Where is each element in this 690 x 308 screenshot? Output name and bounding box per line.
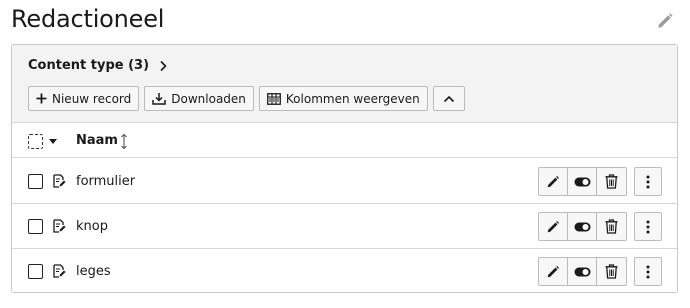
row-title[interactable]: knop: [76, 219, 108, 234]
content-type-icon: [53, 264, 66, 278]
delete-button[interactable]: [597, 213, 626, 240]
trash-icon: [605, 219, 618, 234]
panel-header: Content type (3) Nieuw record Downloaden: [12, 45, 677, 123]
delete-button[interactable]: [597, 168, 626, 195]
toggle-visibility-button[interactable]: [568, 168, 597, 195]
row-checkbox[interactable]: [28, 219, 43, 234]
row-checkbox[interactable]: [28, 174, 43, 189]
toggle-visibility-button[interactable]: [568, 258, 597, 285]
trash-icon: [605, 264, 618, 279]
download-icon: [152, 93, 167, 105]
panel-heading[interactable]: Content type (3): [28, 58, 167, 73]
pencil-icon: [547, 265, 559, 277]
more-vertical-icon: [646, 265, 650, 278]
row-checkbox[interactable]: [28, 264, 43, 279]
row-actions: [538, 257, 627, 286]
table-row[interactable]: formulier: [12, 159, 677, 204]
panel-heading-label: Content type (3): [28, 58, 150, 73]
edit-button[interactable]: [539, 213, 568, 240]
toggle-visibility-button[interactable]: [568, 213, 597, 240]
more-actions-button[interactable]: [634, 167, 662, 196]
column-header-name[interactable]: Naam: [76, 133, 118, 148]
download-label: Downloaden: [171, 91, 246, 106]
caret-down-icon[interactable]: [49, 139, 57, 144]
toggle-icon: [574, 177, 590, 186]
show-columns-button[interactable]: Kolommen weergeven: [258, 86, 428, 111]
record-list-panel: Content type (3) Nieuw record Downloaden: [11, 44, 678, 293]
row-title[interactable]: leges: [76, 264, 111, 279]
row-actions: [538, 167, 627, 196]
collapse-button[interactable]: [432, 86, 465, 111]
table-row[interactable]: knop: [12, 204, 677, 249]
more-actions-button[interactable]: [634, 212, 662, 241]
columns-icon: [267, 92, 281, 105]
chevron-up-icon: [443, 95, 454, 102]
page-title: Redactioneel: [11, 5, 165, 33]
pencil-icon: [547, 175, 559, 187]
pencil-icon: [547, 220, 559, 232]
row-title[interactable]: formulier: [76, 174, 135, 189]
pencil-icon[interactable]: [656, 12, 674, 30]
new-record-button[interactable]: Nieuw record: [28, 86, 140, 111]
toggle-icon: [574, 222, 590, 231]
trash-icon: [605, 174, 618, 189]
toolbar: Nieuw record Downloaden Kolommen weergev…: [28, 86, 465, 111]
show-columns-label: Kolommen weergeven: [285, 91, 420, 106]
content-type-icon: [53, 174, 66, 188]
edit-button[interactable]: [539, 168, 568, 195]
chevron-right-icon: [160, 60, 167, 71]
delete-button[interactable]: [597, 258, 626, 285]
content-type-icon: [53, 219, 66, 233]
edit-button[interactable]: [539, 258, 568, 285]
download-button[interactable]: Downloaden: [144, 86, 254, 111]
new-record-label: Nieuw record: [52, 91, 132, 106]
toggle-icon: [574, 267, 590, 276]
more-actions-button[interactable]: [634, 257, 662, 286]
row-actions: [538, 212, 627, 241]
plus-icon: [36, 93, 47, 104]
table-header: Naam: [12, 124, 677, 158]
sort-icon[interactable]: [120, 133, 128, 150]
more-vertical-icon: [646, 220, 650, 233]
table-row[interactable]: leges: [12, 249, 677, 292]
more-vertical-icon: [646, 175, 650, 188]
select-all-checkbox[interactable]: [28, 134, 43, 149]
